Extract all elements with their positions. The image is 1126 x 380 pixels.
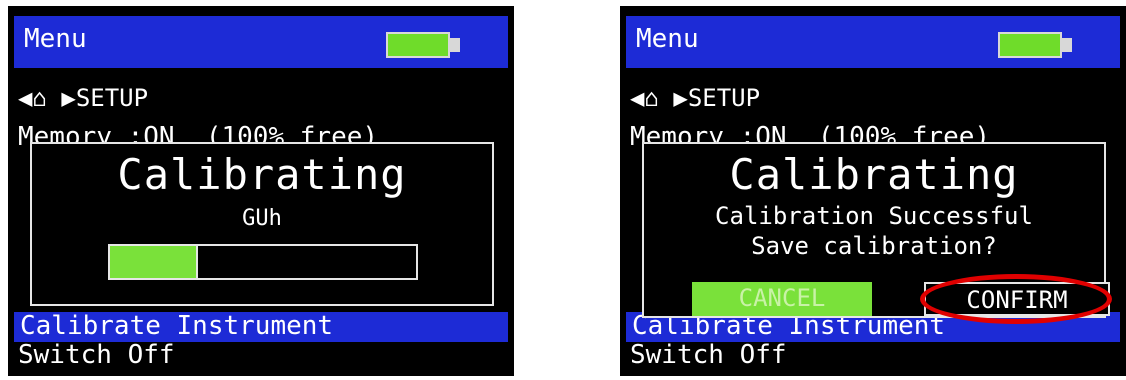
breadcrumb-label: SETUP — [687, 84, 761, 112]
save-calibration-dialog: Calibrating Calibration Successful Save … — [642, 142, 1112, 324]
dialog-title: Calibrating — [729, 150, 1019, 199]
home-icon[interactable]: ⌂ — [32, 84, 46, 112]
menu-item-calibrate-label: Calibrate Instrument — [20, 311, 334, 341]
calibrating-dialog: Calibrating GUh — [30, 142, 494, 306]
right-arrow-icon[interactable]: ▶ — [61, 84, 75, 112]
battery-icon — [998, 32, 1062, 58]
device-screen-calibration-success: Menu ◀⌂ ▶SETUP Memory :ON (100% free) Ca… — [620, 6, 1126, 376]
battery-tip-icon — [1062, 38, 1072, 52]
menu-title: Menu — [24, 24, 87, 54]
device-screen-calibrating: Menu ◀⌂ ▶SETUP Memory :ON (100% free) Ca… — [8, 6, 514, 376]
dialog-message-save: Save calibration? — [751, 232, 997, 260]
left-arrow-icon[interactable]: ◀ — [18, 84, 32, 112]
menu-item-switch-off[interactable]: Switch Off — [18, 340, 175, 370]
breadcrumb: ◀⌂ ▶SETUP — [18, 84, 148, 112]
calibration-progress-bar — [108, 244, 418, 280]
right-arrow-icon[interactable]: ▶ — [673, 84, 687, 112]
dialog-title: Calibrating — [117, 150, 407, 199]
left-arrow-icon[interactable]: ◀ — [630, 84, 644, 112]
battery-icon — [386, 32, 450, 58]
dialog-subtitle: GUh — [242, 206, 282, 231]
dialog-message-success: Calibration Successful — [715, 202, 1033, 230]
highlight-ring — [920, 274, 1112, 324]
menu-title-bar: Menu — [14, 16, 508, 68]
home-icon[interactable]: ⌂ — [644, 84, 658, 112]
menu-item-calibrate-selected[interactable]: Calibrate Instrument — [14, 312, 508, 342]
menu-item-switch-off[interactable]: Switch Off — [630, 340, 787, 370]
progress-fill — [110, 246, 198, 278]
menu-title-bar: Menu — [626, 16, 1120, 68]
breadcrumb: ◀⌂ ▶SETUP — [630, 84, 760, 112]
breadcrumb-label: SETUP — [75, 84, 149, 112]
menu-title: Menu — [636, 24, 699, 54]
battery-tip-icon — [450, 38, 460, 52]
cancel-button[interactable]: CANCEL — [692, 282, 872, 316]
